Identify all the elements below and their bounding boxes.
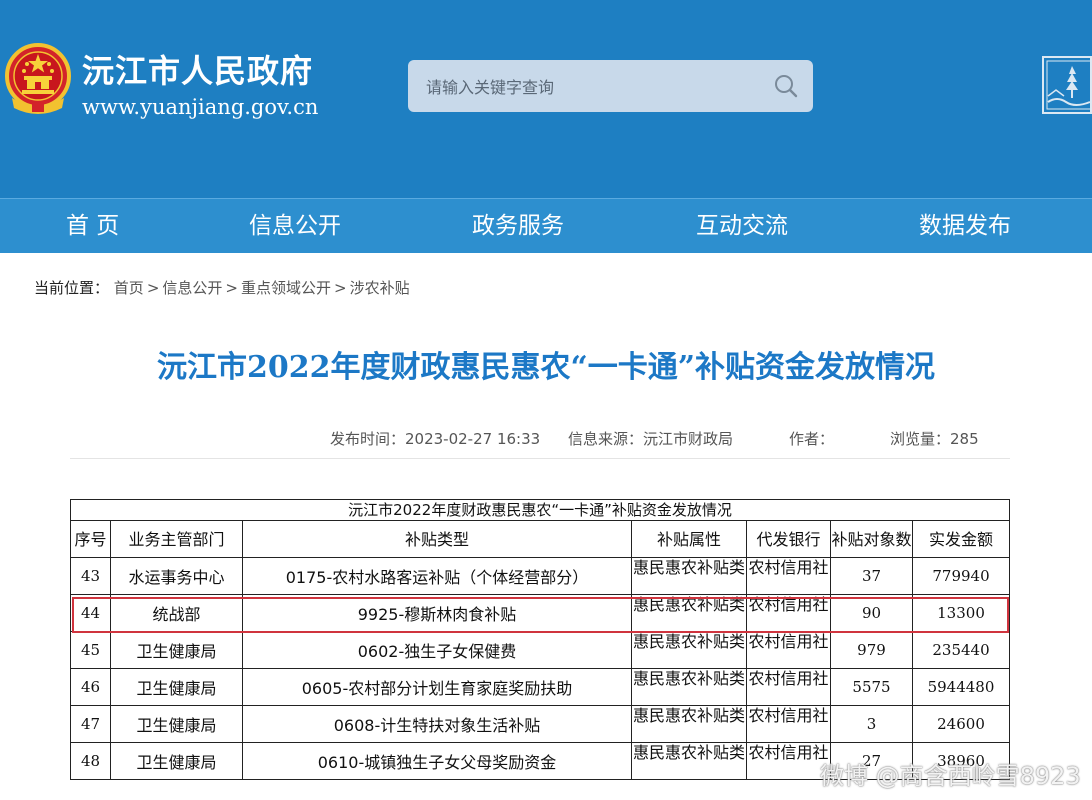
cell-recipients: 3 <box>830 705 913 743</box>
cell-amount: 5944480 <box>912 668 1010 706</box>
cell-index: 44 <box>70 594 111 632</box>
article-title: 沅江市2022年度财政惠民惠农“一卡通”补贴资金发放情况 <box>156 350 935 385</box>
cell-department: 卫生健康局 <box>110 631 243 669</box>
table-header-row: 序号 业务主管部门 补贴类型 补贴属性 代发银行 补贴对象数 实发金额 <box>70 520 1010 558</box>
meta-divider <box>70 458 1010 459</box>
header-department: 业务主管部门 <box>110 520 243 558</box>
publish-time: 发布时间：2023-02-27 16:33 <box>330 430 541 448</box>
search-input[interactable] <box>424 60 768 114</box>
cell-subsidy-type: 9925-穆斯林肉食补贴 <box>242 594 632 632</box>
cell-bank: 农村信用社 <box>746 594 831 632</box>
weibo-watermark: 微博 @商含西岭雪8923 <box>820 762 1081 790</box>
cell-subsidy-type: 0175-农村水路客运补贴（个体经营部分） <box>242 557 632 595</box>
table-row: 43 水运事务中心 0175-农村水路客运补贴（个体经营部分） 惠民惠农补贴类 … <box>70 557 1010 595</box>
cell-subsidy-attribute: 惠民惠农补贴类 <box>631 557 747 595</box>
table-row-highlighted: 44 统战部 9925-穆斯林肉食补贴 惠民惠农补贴类 农村信用社 90 133… <box>70 594 1010 632</box>
breadcrumb: 当前位置： 首页 > 信息公开 > 重点领域公开 > 涉农补贴 <box>34 277 410 298</box>
search-box <box>408 60 813 114</box>
table-caption: 沅江市2022年度财政惠民惠农“一卡通”补贴资金发放情况 <box>70 499 1010 521</box>
cell-subsidy-attribute: 惠民惠农补贴类 <box>631 668 747 706</box>
nav-home[interactable]: 首 页 <box>66 199 119 253</box>
view-count: 浏览量：285 <box>890 430 979 448</box>
cell-recipients: 37 <box>830 557 913 595</box>
site-name[interactable]: 沅江市人民政府 <box>82 46 313 92</box>
cell-amount: 13300 <box>912 594 1010 632</box>
breadcrumb-separator: > <box>334 279 347 297</box>
header-recipients: 补贴对象数 <box>830 520 913 558</box>
nav-government-services[interactable]: 政务服务 <box>472 199 564 253</box>
cell-index: 43 <box>70 557 111 595</box>
header-amount: 实发金额 <box>912 520 1010 558</box>
table-row: 47 卫生健康局 0608-计生特扶对象生活补贴 惠民惠农补贴类 农村信用社 3… <box>70 705 1010 743</box>
cell-bank: 农村信用社 <box>746 705 831 743</box>
nav-info-disclosure[interactable]: 信息公开 <box>249 199 341 253</box>
site-header: 沅江市人民政府 www.yuanjiang.gov.cn <box>0 0 1092 198</box>
breadcrumb-prefix: 当前位置： <box>34 279 110 297</box>
cell-subsidy-type: 0602-独生子女保健费 <box>242 631 632 669</box>
nav-data-release[interactable]: 数据发布 <box>919 199 1011 253</box>
cell-bank: 农村信用社 <box>746 631 831 669</box>
cell-amount: 235440 <box>912 631 1010 669</box>
cell-department: 卫生健康局 <box>110 742 243 780</box>
cell-department: 统战部 <box>110 594 243 632</box>
cell-department: 水运事务中心 <box>110 557 243 595</box>
cell-recipients: 90 <box>830 594 913 632</box>
header-index: 序号 <box>70 520 111 558</box>
info-source: 信息来源：沅江市财政局 <box>568 430 734 448</box>
cell-subsidy-type: 0610-城镇独生子女父母奖励资金 <box>242 742 632 780</box>
breadcrumb-home[interactable]: 首页 <box>114 279 144 297</box>
table-caption-row: 沅江市2022年度财政惠民惠农“一卡通”补贴资金发放情况 <box>70 499 1010 521</box>
cell-subsidy-attribute: 惠民惠农补贴类 <box>631 705 747 743</box>
cell-subsidy-attribute: 惠民惠农补贴类 <box>631 594 747 632</box>
cell-subsidy-attribute: 惠民惠农补贴类 <box>631 742 747 780</box>
cell-department: 卫生健康局 <box>110 705 243 743</box>
subsidy-table: 沅江市2022年度财政惠民惠农“一卡通”补贴资金发放情况 序号 业务主管部门 补… <box>70 499 1010 780</box>
cell-index: 47 <box>70 705 111 743</box>
search-icon[interactable] <box>773 73 799 99</box>
cell-department: 卫生健康局 <box>110 668 243 706</box>
author: 作者： <box>789 430 835 448</box>
cell-index: 46 <box>70 668 111 706</box>
cell-subsidy-type: 0605-农村部分计划生育家庭奖励扶助 <box>242 668 632 706</box>
breadcrumb-separator: > <box>146 279 160 297</box>
cell-recipients: 5575 <box>830 668 913 706</box>
cell-bank: 农村信用社 <box>746 668 831 706</box>
header-subsidy-type: 补贴类型 <box>242 520 632 558</box>
table-row: 45 卫生健康局 0602-独生子女保健费 惠民惠农补贴类 农村信用社 979 … <box>70 631 1010 669</box>
main-nav: 首 页 信息公开 政务服务 互动交流 数据发布 <box>0 198 1092 253</box>
breadcrumb-key-areas[interactable]: 重点领域公开 <box>241 279 331 297</box>
cell-subsidy-attribute: 惠民惠农补贴类 <box>631 631 747 669</box>
cell-recipients: 979 <box>830 631 913 669</box>
header-subsidy-attribute: 补贴属性 <box>631 520 747 558</box>
breadcrumb-info-disclosure[interactable]: 信息公开 <box>162 279 222 297</box>
cell-amount: 24600 <box>912 705 1010 743</box>
national-emblem-icon[interactable] <box>4 42 72 116</box>
cell-bank: 农村信用社 <box>746 557 831 595</box>
site-url[interactable]: www.yuanjiang.gov.cn <box>82 95 318 119</box>
cell-bank: 农村信用社 <box>746 742 831 780</box>
nav-interaction[interactable]: 互动交流 <box>696 199 788 253</box>
cell-subsidy-type: 0608-计生特扶对象生活补贴 <box>242 705 632 743</box>
breadcrumb-agri-subsidy[interactable]: 涉农补贴 <box>350 279 410 297</box>
header-bank: 代发银行 <box>746 520 831 558</box>
breadcrumb-separator: > <box>225 279 238 297</box>
city-logo-icon[interactable] <box>1042 56 1092 114</box>
table-row: 46 卫生健康局 0605-农村部分计划生育家庭奖励扶助 惠民惠农补贴类 农村信… <box>70 668 1010 706</box>
cell-index: 48 <box>70 742 111 780</box>
cell-index: 45 <box>70 631 111 669</box>
cell-amount: 779940 <box>912 557 1010 595</box>
